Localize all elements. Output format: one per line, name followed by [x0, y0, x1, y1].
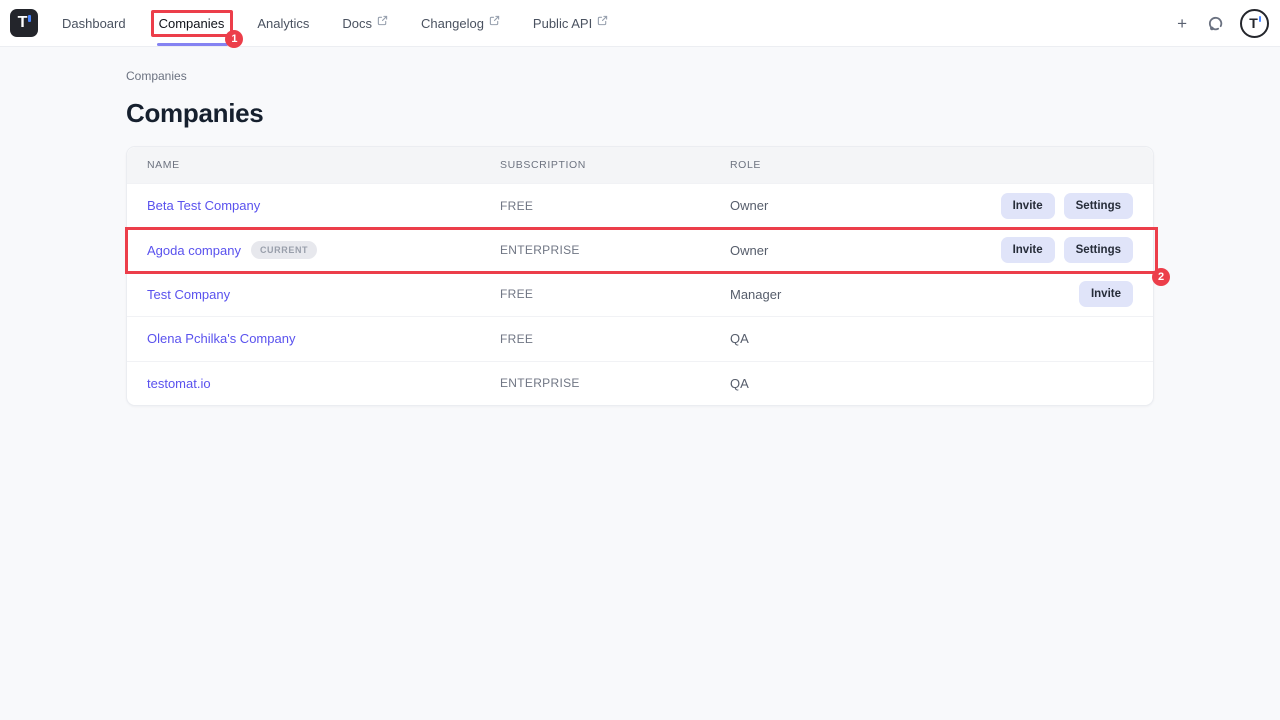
role-value: Owner [730, 243, 1001, 258]
main-nav: Dashboard Companies 1 Analytics Docs C [62, 0, 641, 46]
nav-item-companies[interactable]: Companies 1 [159, 0, 225, 46]
companies-table: NAME SUBSCRIPTION ROLE Beta Test Company… [126, 146, 1154, 406]
table-header-row: NAME SUBSCRIPTION ROLE [127, 147, 1153, 183]
main-content: Companies Companies NAME SUBSCRIPTION RO… [0, 47, 1280, 406]
navbar-right-actions: + T [1173, 9, 1280, 38]
nav-item-docs[interactable]: Docs [342, 0, 388, 46]
table-row: Beta Test Company FREE Owner Invite Sett… [127, 183, 1153, 227]
active-tab-underline [157, 43, 229, 46]
role-value: Owner [730, 198, 1001, 213]
company-link[interactable]: Beta Test Company [147, 198, 260, 213]
nav-item-changelog[interactable]: Changelog [421, 0, 500, 46]
announcements-icon[interactable] [1207, 15, 1224, 32]
column-header-name: NAME [147, 159, 500, 171]
settings-button[interactable]: Settings [1064, 193, 1133, 219]
app-logo[interactable]: T [10, 9, 38, 37]
top-navbar: T Dashboard Companies 1 Analytics Docs [0, 0, 1280, 47]
table-row-current: Agoda company CURRENT ENTERPRISE Owner I… [127, 227, 1153, 271]
avatar-letter: T [1249, 15, 1258, 31]
company-link[interactable]: Olena Pchilka's Company [147, 331, 295, 346]
column-header-role: ROLE [730, 159, 1133, 171]
logo-letter: T [18, 14, 28, 32]
page-title: Companies [126, 98, 1154, 129]
invite-button[interactable]: Invite [1001, 193, 1055, 219]
annotation-badge-2: 2 [1152, 268, 1170, 286]
subscription-value: ENTERPRISE [500, 243, 730, 257]
nav-item-label: Changelog [421, 16, 484, 31]
breadcrumb[interactable]: Companies [126, 69, 187, 83]
nav-item-dashboard[interactable]: Dashboard [62, 0, 126, 46]
subscription-value: ENTERPRISE [500, 376, 730, 390]
invite-button[interactable]: Invite [1079, 281, 1133, 307]
role-value: QA [730, 376, 1133, 391]
nav-item-analytics[interactable]: Analytics [257, 0, 309, 46]
table-row: Olena Pchilka's Company FREE QA [127, 316, 1153, 360]
nav-item-public-api[interactable]: Public API [533, 0, 608, 46]
logo-accent-mark [28, 15, 31, 22]
external-link-icon [597, 15, 608, 26]
company-link[interactable]: Agoda company [147, 243, 241, 258]
role-value: QA [730, 331, 1133, 346]
company-link[interactable]: testomat.io [147, 376, 211, 391]
current-badge: CURRENT [251, 241, 317, 259]
nav-item-label: Dashboard [62, 16, 126, 31]
invite-button[interactable]: Invite [1001, 237, 1055, 263]
subscription-value: FREE [500, 287, 730, 301]
nav-item-label: Analytics [257, 16, 309, 31]
user-avatar[interactable]: T [1240, 9, 1269, 38]
annotation-badge-1: 1 [225, 30, 243, 48]
column-header-subscription: SUBSCRIPTION [500, 159, 730, 171]
table-row: Test Company FREE Manager Invite [127, 272, 1153, 316]
nav-item-label: Public API [533, 16, 592, 31]
nav-item-label: Companies [159, 16, 225, 31]
avatar-accent-mark [1259, 16, 1262, 22]
plus-icon[interactable]: + [1173, 13, 1191, 34]
company-link[interactable]: Test Company [147, 287, 230, 302]
external-link-icon [489, 15, 500, 26]
external-link-icon [377, 15, 388, 26]
role-value: Manager [730, 287, 1079, 302]
subscription-value: FREE [500, 332, 730, 346]
nav-item-label: Docs [342, 16, 372, 31]
settings-button[interactable]: Settings [1064, 237, 1133, 263]
subscription-value: FREE [500, 199, 730, 213]
table-row: testomat.io ENTERPRISE QA [127, 361, 1153, 405]
